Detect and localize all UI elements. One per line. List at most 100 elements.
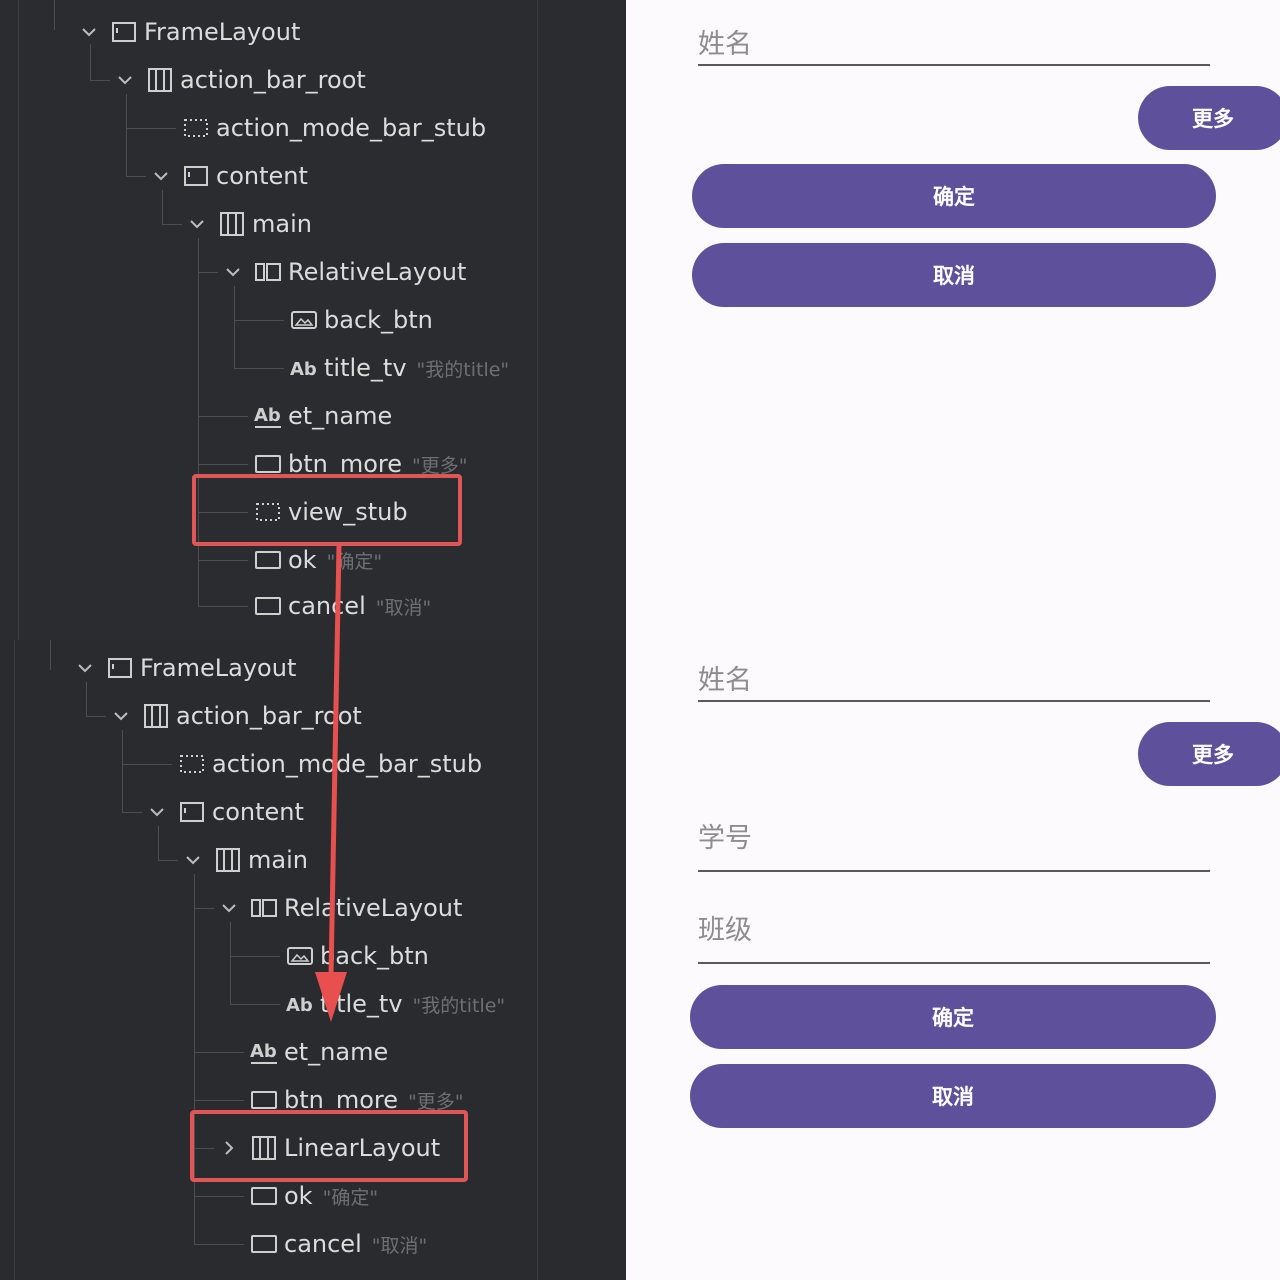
- ok-button[interactable]: 确定: [690, 985, 1216, 1049]
- phone-preview-before: 姓名 更多 确定 取消: [626, 0, 1280, 640]
- svg-text:Ab: Ab: [286, 995, 313, 1016]
- tree-node-action-mode-bar-stub[interactable]: action_mode_bar_stub: [178, 744, 482, 784]
- linear-icon: [214, 846, 242, 874]
- tree-node-label: et_name: [288, 402, 393, 430]
- tree-node-label: cancel: [288, 592, 366, 620]
- image-icon: [290, 306, 318, 334]
- svg-text:Ab: Ab: [290, 359, 317, 380]
- text-icon: Ab: [286, 990, 314, 1018]
- linear-icon: [218, 210, 246, 238]
- text-icon: Ab: [290, 354, 318, 382]
- tree-node-back-btn[interactable]: back_btn: [290, 300, 433, 340]
- tree-node-hint: "我的title": [416, 358, 510, 381]
- tree-node-et-name[interactable]: Ab et_name: [254, 396, 392, 436]
- tree-node-main[interactable]: main: [184, 204, 312, 244]
- stub-icon: [178, 750, 206, 778]
- chevron-down-icon[interactable]: [216, 895, 242, 921]
- student-id-field[interactable]: 学号: [698, 808, 1210, 872]
- tree-node-label: content: [212, 798, 304, 826]
- more-button[interactable]: 更多: [1138, 86, 1280, 150]
- tree-node-label: RelativeLayout: [284, 894, 463, 922]
- tree-node-relativelayout[interactable]: RelativeLayout: [220, 252, 466, 292]
- relative-icon: [250, 894, 278, 922]
- tree-node-label: title_tv: [320, 990, 403, 1018]
- edittext-icon: Ab: [254, 402, 282, 430]
- svg-text:Ab: Ab: [250, 1041, 277, 1062]
- tree-node-label: title_tv: [324, 354, 407, 382]
- linear-icon: [146, 66, 174, 94]
- frame-icon: [182, 162, 210, 190]
- tree-node-cancel[interactable]: cancel "取消": [254, 586, 431, 626]
- chevron-down-icon[interactable]: [180, 847, 206, 873]
- chevron-down-icon[interactable]: [108, 703, 134, 729]
- tree-node-label: main: [252, 210, 312, 238]
- tree-node-label: FrameLayout: [144, 18, 301, 46]
- tree-node-content[interactable]: content: [148, 156, 308, 196]
- relative-icon: [254, 258, 282, 286]
- tree-node-label: action_bar_root: [176, 702, 362, 730]
- class-field[interactable]: 班级: [698, 902, 1210, 964]
- name-placeholder: 姓名: [698, 665, 752, 696]
- frame-icon: [110, 18, 138, 46]
- tree-node-main[interactable]: main: [180, 840, 308, 880]
- tree-node-label: content: [216, 162, 308, 190]
- stub-icon: [182, 114, 210, 142]
- class-placeholder: 班级: [698, 915, 752, 946]
- cancel-button[interactable]: 取消: [690, 1064, 1216, 1128]
- highlight-box-view-stub: [192, 474, 462, 546]
- tree-node-action-mode-bar-stub[interactable]: action_mode_bar_stub: [182, 108, 486, 148]
- frame-icon: [178, 798, 206, 826]
- chevron-down-icon[interactable]: [184, 211, 210, 237]
- linear-icon: [142, 702, 170, 730]
- tree-node-hint: "确定": [326, 550, 383, 573]
- frame-icon: [106, 654, 134, 682]
- chevron-down-icon[interactable]: [72, 655, 98, 681]
- tree-node-action-bar-root[interactable]: action_bar_root: [112, 60, 366, 100]
- cancel-button[interactable]: 取消: [692, 243, 1216, 307]
- tree-node-label: back_btn: [320, 942, 429, 970]
- tree-node-label: ok: [284, 1182, 313, 1210]
- tree-node-framelayout[interactable]: FrameLayout: [72, 648, 296, 688]
- button-icon: [250, 1182, 278, 1210]
- chevron-down-icon[interactable]: [144, 799, 170, 825]
- tree-node-relativelayout[interactable]: RelativeLayout: [216, 888, 462, 928]
- tree-node-title-tv[interactable]: Ab title_tv "我的title": [290, 348, 509, 388]
- tree-node-label: et_name: [284, 1038, 389, 1066]
- phone-preview-after: 姓名 更多 学号 班级 确定 取消: [626, 640, 1280, 1280]
- tree-node-label: FrameLayout: [140, 654, 297, 682]
- tree-node-framelayout[interactable]: FrameLayout: [76, 12, 300, 52]
- tree-node-label: ok: [288, 546, 317, 574]
- tree-node-hint: "取消": [371, 1234, 428, 1257]
- svg-text:Ab: Ab: [254, 405, 281, 426]
- layout-inspector-tree-before: FrameLayout action_bar_root action_mode_…: [0, 0, 626, 640]
- edittext-icon: Ab: [250, 1038, 278, 1066]
- tree-node-title-tv[interactable]: Ab title_tv "我的title": [286, 984, 505, 1024]
- tree-node-back-btn[interactable]: back_btn: [286, 936, 429, 976]
- chevron-down-icon[interactable]: [76, 19, 102, 45]
- name-field[interactable]: 姓名: [698, 16, 1210, 66]
- button-icon: [254, 592, 282, 620]
- ok-button[interactable]: 确定: [692, 164, 1216, 228]
- tree-node-label: action_bar_root: [180, 66, 366, 94]
- tree-node-ok[interactable]: ok "确定": [254, 540, 382, 580]
- tree-node-label: action_mode_bar_stub: [216, 114, 487, 142]
- tree-node-hint: "取消": [375, 596, 432, 619]
- name-placeholder: 姓名: [698, 29, 752, 60]
- name-field[interactable]: 姓名: [698, 652, 1210, 702]
- tree-node-hint: "确定": [322, 1186, 379, 1209]
- chevron-down-icon[interactable]: [220, 259, 246, 285]
- student-id-placeholder: 学号: [698, 823, 752, 854]
- tree-node-ok[interactable]: ok "确定": [250, 1176, 378, 1216]
- tree-node-label: main: [248, 846, 308, 874]
- more-button[interactable]: 更多: [1138, 722, 1280, 786]
- image-icon: [286, 942, 314, 970]
- tree-node-cancel[interactable]: cancel "取消": [250, 1224, 427, 1264]
- tree-node-et-name[interactable]: Ab et_name: [250, 1032, 388, 1072]
- tree-node-content[interactable]: content: [144, 792, 304, 832]
- tree-node-label: back_btn: [324, 306, 433, 334]
- chevron-down-icon[interactable]: [148, 163, 174, 189]
- tree-node-action-bar-root[interactable]: action_bar_root: [108, 696, 362, 736]
- tree-node-hint: "我的title": [412, 994, 506, 1017]
- tree-node-label: action_mode_bar_stub: [212, 750, 483, 778]
- chevron-down-icon[interactable]: [112, 67, 138, 93]
